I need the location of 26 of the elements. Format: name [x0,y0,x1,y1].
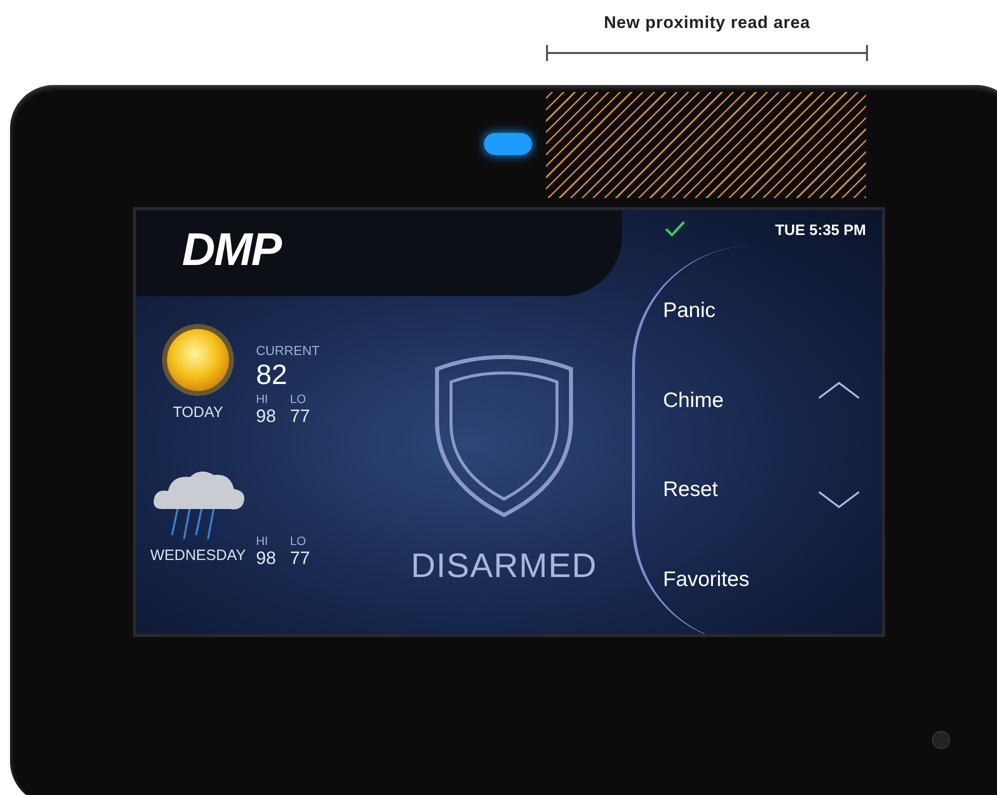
system-state: DISARMED [410,546,598,587]
low-label: LO [290,535,306,547]
annotation-label: New proximity read area [604,12,810,34]
current-label: CURRENT [256,344,320,356]
high-temperature: 98 [256,549,278,567]
logo: DMP [182,226,281,272]
day-label: TODAY [172,403,224,423]
menu-item[interactable]: Chime [663,384,795,416]
chevron-up-icon [816,380,860,400]
high-temperature: 98 [256,406,278,424]
high-label: HI [256,535,269,547]
scroll-down-button[interactable] [816,490,860,510]
high-label: HI [256,392,269,404]
low-label: LO [290,392,306,404]
chevron-down-icon [816,490,860,510]
scroll-up-button[interactable] [816,380,860,400]
low-temperature: 77 [290,406,310,424]
current-temperature: 82 [256,360,288,388]
status-led [484,133,532,155]
menu-item[interactable]: Reset [663,474,795,506]
day-label: WEDNESDAY [150,546,246,566]
low-temperature: 77 [290,549,310,567]
sun-icon [160,322,236,398]
clock-text: TUE 5:35 PM [775,221,866,241]
menu-item[interactable]: Panic [663,295,795,326]
menu-item[interactable]: Favorites [663,564,795,595]
